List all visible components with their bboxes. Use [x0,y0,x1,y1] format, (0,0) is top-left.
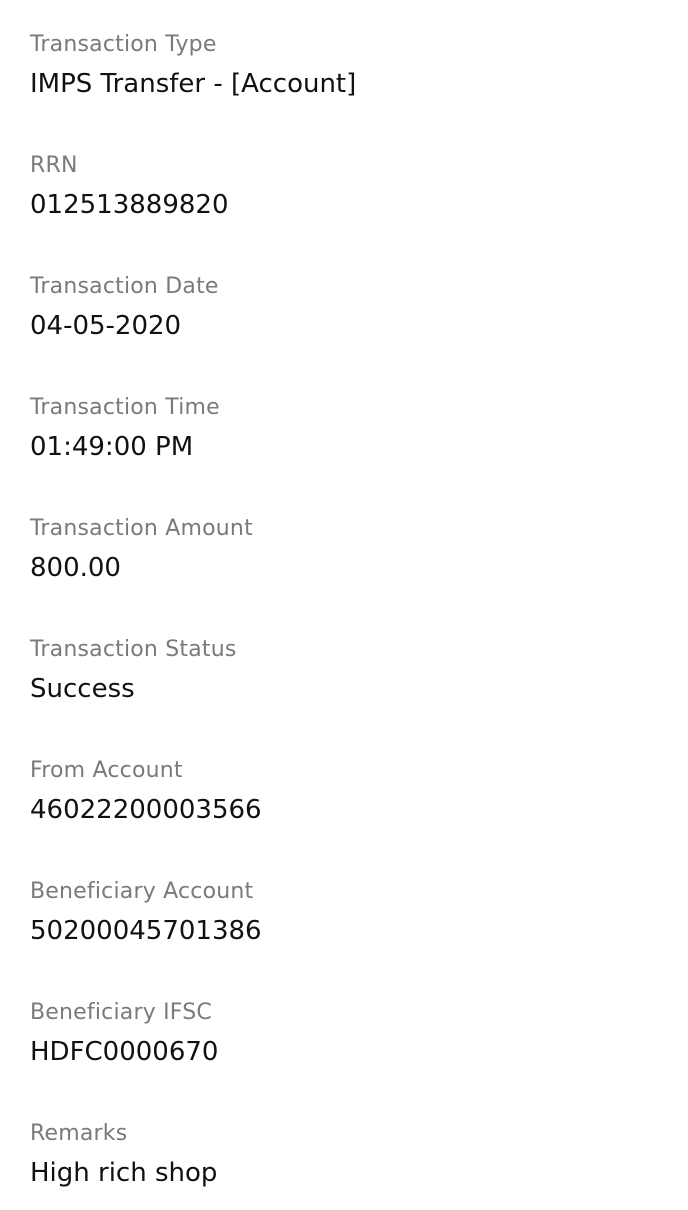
field-transaction-status: Transaction Status Success [30,636,668,705]
field-transaction-type: Transaction Type IMPS Transfer - [Accoun… [30,31,668,100]
field-transaction-date: Transaction Date 04-05-2020 [30,273,668,342]
beneficiary-ifsc-label: Beneficiary IFSC [30,1000,212,1025]
from-account-value: 46022200003566 [30,795,262,825]
transaction-type-value: IMPS Transfer - [Account] [30,69,357,99]
beneficiary-account-value: 50200045701386 [30,916,262,946]
remarks-label: Remarks [30,1121,128,1146]
from-account-label: From Account [30,758,183,783]
field-remarks: Remarks High rich shop [30,1120,668,1189]
transaction-amount-value: 800.00 [30,553,121,583]
field-from-account: From Account 46022200003566 [30,757,668,826]
transaction-status-value: Success [30,674,135,704]
remarks-value: High rich shop [30,1158,218,1188]
field-rrn: RRN 012513889820 [30,152,668,221]
transaction-status-label: Transaction Status [30,637,237,662]
transaction-date-value: 04-05-2020 [30,311,182,341]
transaction-time-value: 01:49:00 PM [30,432,194,462]
field-beneficiary-ifsc: Beneficiary IFSC HDFC0000670 [30,999,668,1068]
rrn-label: RRN [30,153,78,178]
transaction-amount-label: Transaction Amount [30,516,253,541]
beneficiary-account-label: Beneficiary Account [30,879,254,904]
field-beneficiary-account: Beneficiary Account 50200045701386 [30,878,668,947]
transaction-date-label: Transaction Date [30,274,219,299]
rrn-value: 012513889820 [30,190,229,220]
transaction-details: Transaction Type IMPS Transfer - [Accoun… [0,0,688,1210]
beneficiary-ifsc-value: HDFC0000670 [30,1037,219,1067]
field-transaction-amount: Transaction Amount 800.00 [30,515,668,584]
transaction-type-label: Transaction Type [30,32,217,57]
field-transaction-time: Transaction Time 01:49:00 PM [30,394,668,463]
transaction-time-label: Transaction Time [30,395,220,420]
